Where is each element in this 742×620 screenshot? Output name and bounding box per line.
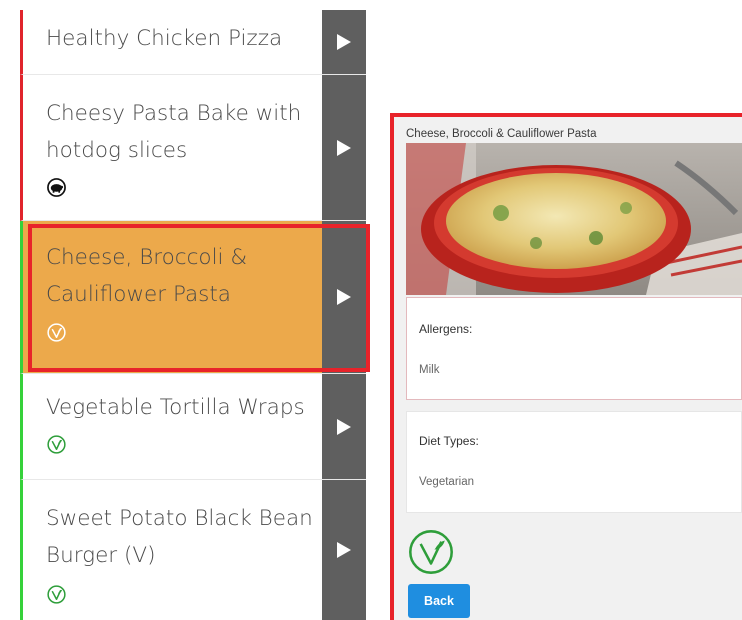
- menu-item-cheesy-pasta-bake[interactable]: Cheesy Pasta Bake with hotdog slices: [20, 75, 366, 221]
- play-arrow-icon: [337, 139, 351, 156]
- menu-item-open-button[interactable]: [322, 75, 366, 220]
- meal-menu-list: Healthy Chicken Pizza Cheesy Pasta Bake …: [20, 10, 366, 620]
- allergens-card: Allergens: Milk: [406, 297, 742, 400]
- meal-detail-panel: Cheese, Broccoli & Cauliflower Pasta All…: [390, 113, 742, 620]
- menu-item-open-button[interactable]: [322, 221, 366, 373]
- menu-item-open-button[interactable]: [322, 374, 366, 479]
- menu-item-open-button[interactable]: [322, 480, 366, 620]
- detail-title: Cheese, Broccoli & Cauliflower Pasta: [406, 128, 597, 140]
- diet-types-value: Vegetarian: [419, 476, 474, 488]
- menu-item-cheese-broccoli-cauliflower-pasta[interactable]: Cheese, Broccoli & Cauliflower Pasta: [20, 221, 366, 374]
- menu-item-title: Healthy Chicken Pizza: [46, 26, 283, 51]
- vegetarian-leaf-icon: [409, 530, 453, 574]
- vegetarian-leaf-icon: [47, 585, 66, 604]
- vegetarian-leaf-icon: [47, 323, 66, 342]
- menu-item-sweet-potato-black-bean-burger[interactable]: Sweet Potato Black Bean Burger (V): [20, 480, 366, 620]
- play-arrow-icon: [337, 289, 351, 305]
- play-arrow-icon: [337, 542, 351, 558]
- play-arrow-icon: [337, 418, 351, 435]
- pig-icon: [47, 178, 66, 197]
- diet-types-label: Diet Types:: [419, 434, 479, 448]
- allergens-label: Allergens:: [419, 322, 473, 336]
- play-arrow-icon: [337, 34, 351, 50]
- dish-photo: [406, 143, 742, 295]
- diet-types-card: Diet Types: Vegetarian: [406, 411, 742, 513]
- back-button[interactable]: Back: [408, 584, 470, 618]
- vegetarian-leaf-icon: [47, 435, 66, 454]
- menu-item-title: Cheese, Broccoli & Cauliflower Pasta: [46, 245, 248, 307]
- menu-item-title: Vegetable Tortilla Wraps: [46, 395, 305, 420]
- menu-item-vegetable-tortilla-wraps[interactable]: Vegetable Tortilla Wraps: [20, 374, 366, 480]
- menu-item-open-button[interactable]: [322, 10, 366, 74]
- menu-item-title: Cheesy Pasta Bake with hotdog slices: [46, 101, 302, 163]
- menu-item-title: Sweet Potato Black Bean Burger (V): [46, 506, 313, 568]
- menu-item-healthy-chicken-pizza[interactable]: Healthy Chicken Pizza: [20, 10, 366, 75]
- allergens-value: Milk: [419, 364, 440, 376]
